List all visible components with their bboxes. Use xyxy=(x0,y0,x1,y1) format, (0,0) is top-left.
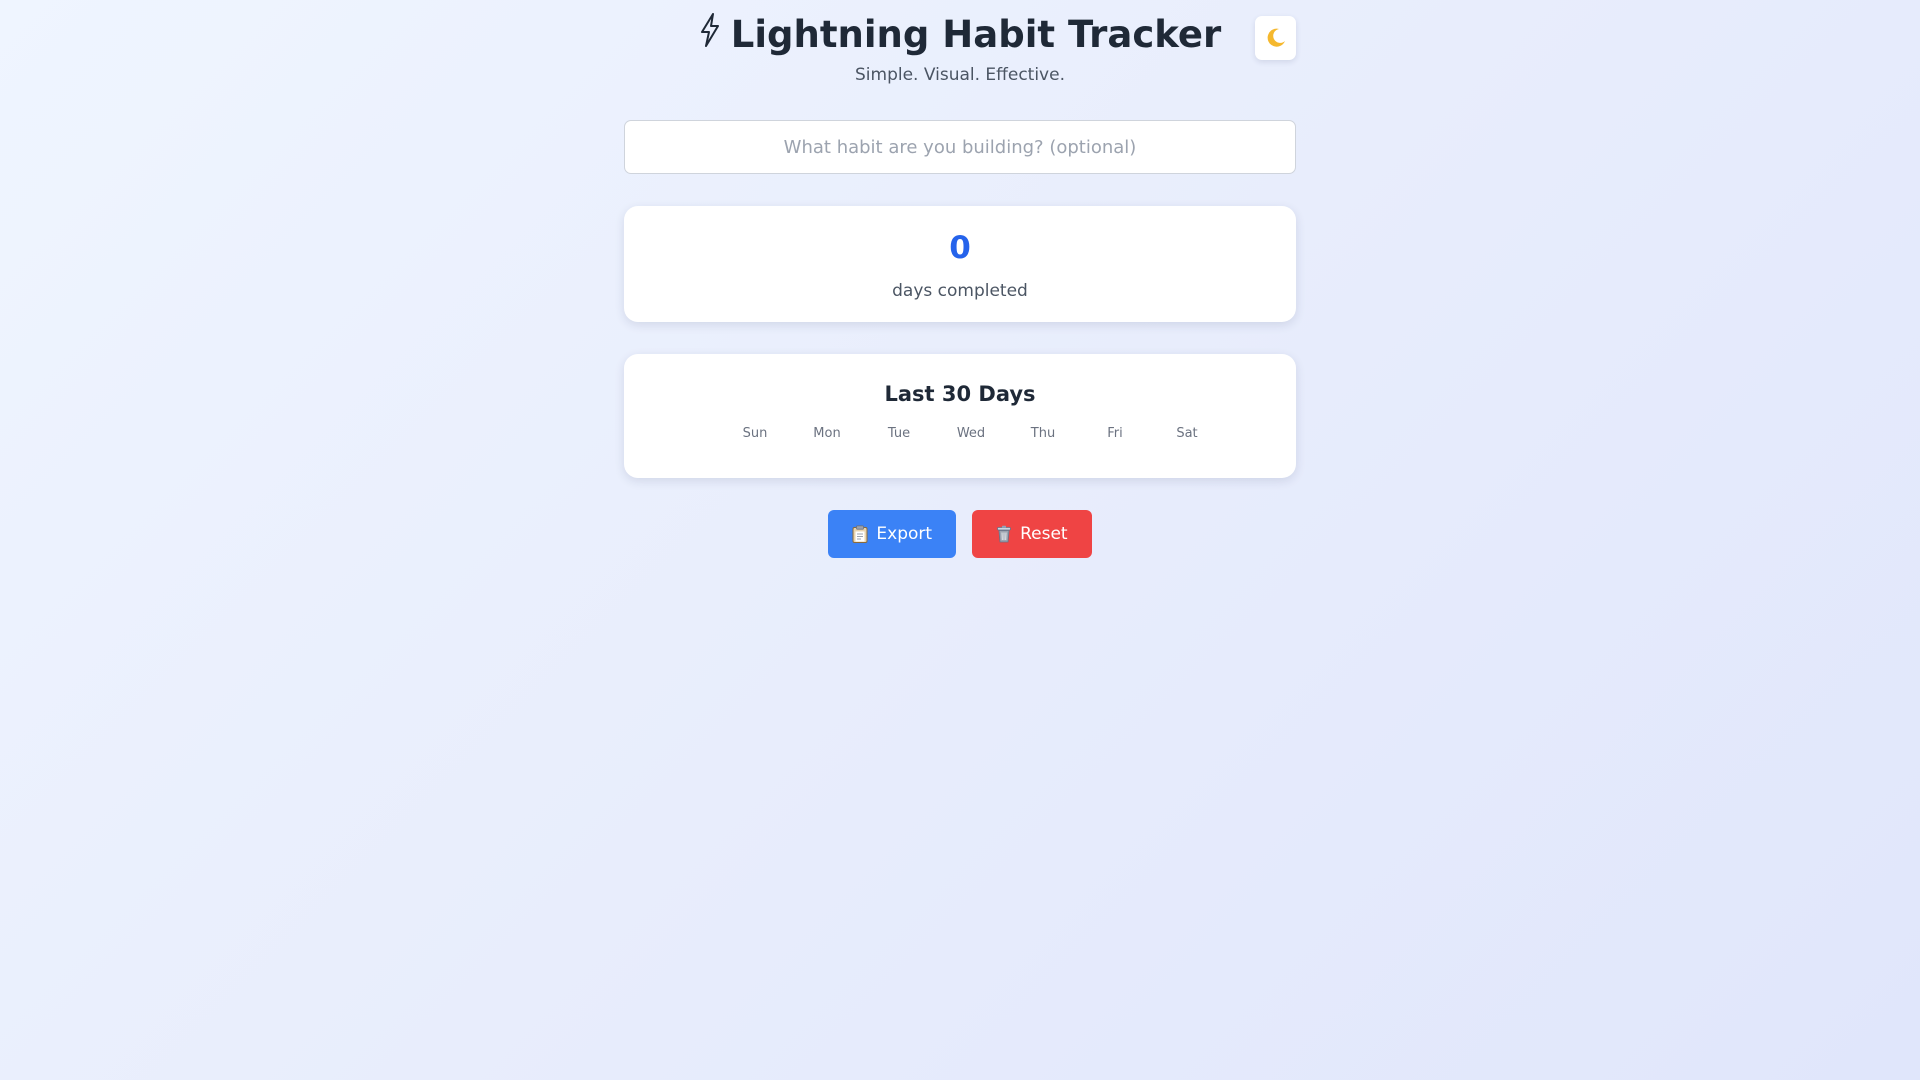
page-subtitle: Simple. Visual. Effective. xyxy=(855,65,1065,85)
stats-card: 0 days completed xyxy=(624,206,1296,322)
trash-icon xyxy=(996,525,1012,543)
clipboard-icon xyxy=(852,525,868,543)
weekday-mon: Mon xyxy=(813,426,841,441)
export-button-label: Export xyxy=(876,524,933,544)
calendar-title: Last 30 Days xyxy=(884,382,1036,406)
page-title-text: Lightning Habit Tracker xyxy=(730,13,1222,56)
theme-toggle-button[interactable] xyxy=(1255,16,1296,60)
weekday-wed: Wed xyxy=(956,426,986,441)
weekday-thu: Thu xyxy=(1030,426,1056,441)
calendar-card: Last 30 Days Sun Mon Tue Wed Thu Fri Sat xyxy=(624,354,1296,478)
moon-icon xyxy=(1265,27,1287,49)
action-bar: Export Reset xyxy=(624,510,1296,558)
weekday-sun: Sun xyxy=(742,426,768,441)
weekday-fri: Fri xyxy=(1107,426,1123,441)
reset-button[interactable]: Reset xyxy=(972,510,1092,558)
days-completed-label: days completed xyxy=(892,281,1028,301)
weekday-sat: Sat xyxy=(1176,426,1198,441)
page-title: Lightning Habit Tracker xyxy=(624,12,1296,58)
lightning-bolt-icon xyxy=(699,13,721,47)
reset-button-label: Reset xyxy=(1020,524,1068,544)
weekday-tue: Tue xyxy=(887,426,911,441)
habit-input[interactable] xyxy=(624,120,1296,174)
export-button[interactable]: Export xyxy=(828,510,957,558)
days-completed-count: 0 xyxy=(949,230,971,266)
weekday-header: Sun Mon Tue Wed Thu Fri Sat xyxy=(719,426,1223,442)
header: Lightning Habit Tracker Simple. Visual. … xyxy=(624,0,1296,120)
app-container: Lightning Habit Tracker Simple. Visual. … xyxy=(624,0,1296,558)
